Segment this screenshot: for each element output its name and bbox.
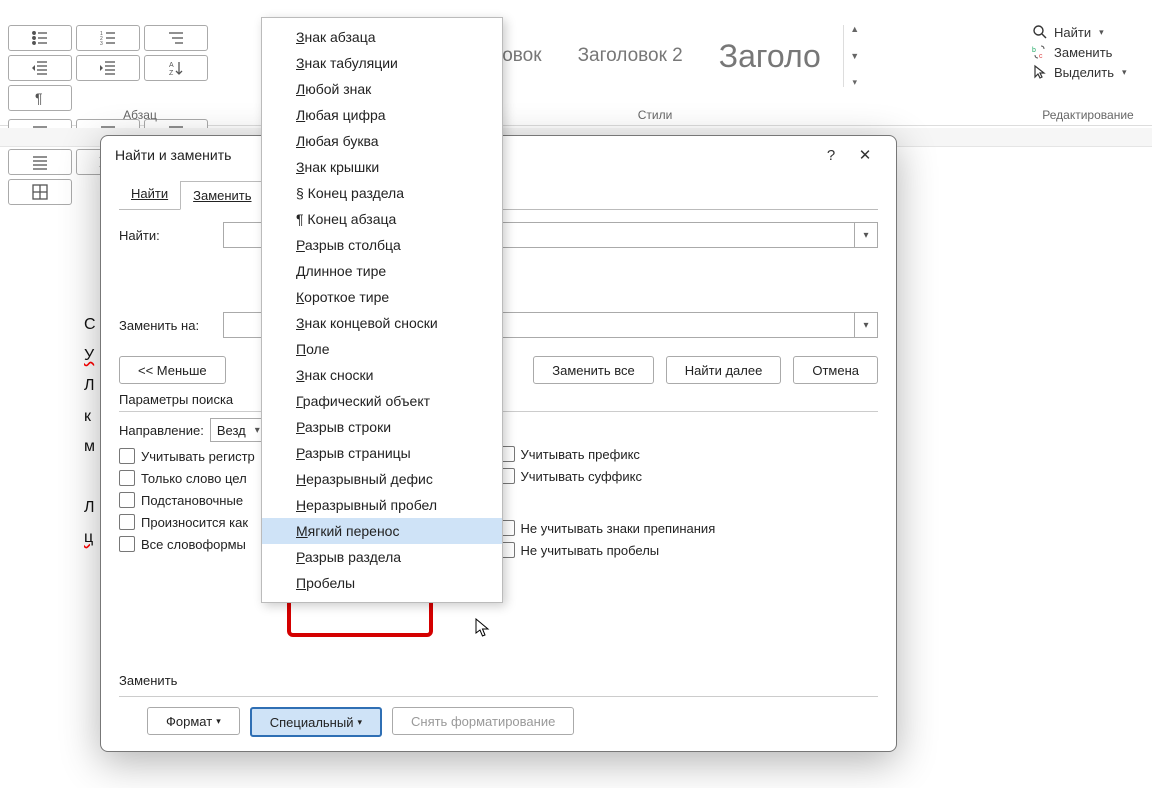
select-label: Выделить (1054, 65, 1114, 80)
opt-ignore-space[interactable]: Не учитывать пробелы (499, 542, 879, 558)
opt-prefix[interactable]: Учитывать префикс (499, 446, 879, 462)
special-menu-item[interactable]: Знак абзаца (262, 24, 502, 50)
chevron-down-icon[interactable]: ▾ (854, 313, 877, 337)
special-menu-item[interactable]: Любой знак (262, 76, 502, 102)
document-body: С У Л к м Л ц (84, 280, 96, 554)
editing-panel: Найти▾ bc Заменить Выделить▾ (1032, 20, 1144, 84)
dialog-title: Найти и заменить (115, 147, 231, 163)
replace-all-button[interactable]: Заменить все (533, 356, 654, 384)
special-menu-item[interactable]: Пробелы (262, 570, 502, 596)
special-menu-item[interactable]: Разрыв страницы (262, 440, 502, 466)
tab-replace[interactable]: Заменить (180, 181, 264, 210)
direction-label: Направление: (119, 423, 204, 438)
special-menu-item[interactable]: Короткое тире (262, 284, 502, 310)
clear-formatting-button[interactable]: Снять форматирование (392, 707, 574, 735)
style-item[interactable]: Заголо (705, 25, 835, 87)
svg-text:3: 3 (100, 41, 103, 47)
format-button[interactable]: Формат▾ (147, 707, 240, 735)
special-menu-item[interactable]: Поле (262, 336, 502, 362)
select-button[interactable]: Выделить▾ (1032, 64, 1144, 80)
opt-suffix[interactable]: Учитывать суффикс (499, 468, 879, 484)
svg-text:b: b (1032, 47, 1036, 54)
special-menu: Знак абзацаЗнак табуляцииЛюбой знакЛюбая… (261, 17, 503, 603)
sort-btn[interactable]: AZ (144, 55, 208, 81)
close-icon[interactable]: ✕ (848, 146, 882, 164)
special-menu-item[interactable]: Любая буква (262, 128, 502, 154)
svg-text:A: A (169, 62, 174, 69)
special-menu-item[interactable]: Длинное тире (262, 258, 502, 284)
cursor-icon (1032, 64, 1048, 80)
dialog-tabs: Найти Заменить (119, 180, 896, 209)
replace-label: Заменить (1054, 45, 1112, 60)
find-button[interactable]: Найти▾ (1032, 24, 1144, 40)
special-menu-item[interactable]: Знак табуляции (262, 50, 502, 76)
special-menu-item[interactable]: Неразрывный пробел (262, 492, 502, 518)
paragraph-group-label: Абзац (0, 108, 280, 122)
special-menu-item[interactable]: Разрыв столбца (262, 232, 502, 258)
special-menu-item[interactable]: Мягкий перенос (262, 518, 502, 544)
help-icon[interactable]: ? (814, 147, 848, 164)
borders-btn[interactable] (8, 179, 72, 205)
svg-text:c: c (1039, 53, 1043, 60)
special-button[interactable]: Специальный▾ (250, 707, 382, 737)
opt-ignore-punct[interactable]: Не учитывать знаки препинания (499, 520, 879, 536)
numbering-btn[interactable]: 123 (76, 25, 140, 51)
chevron-down-icon[interactable]: ▾ (854, 223, 877, 247)
special-menu-item[interactable]: Знак крышки (262, 154, 502, 180)
ribbon: 123 AZ ¶ Абзац нтервала Заголовок Заголо… (0, 0, 1152, 126)
special-menu-item[interactable]: Знак концевой сноски (262, 310, 502, 336)
special-menu-item[interactable]: Неразрывный дефис (262, 466, 502, 492)
special-menu-item[interactable]: Разрыв раздела (262, 544, 502, 570)
replace-with-label: Заменить на: (119, 318, 209, 333)
increase-indent-btn[interactable] (76, 55, 140, 81)
replace-icon: bc (1032, 44, 1048, 60)
search-icon (1032, 24, 1048, 40)
direction-select[interactable]: Везд (210, 418, 265, 442)
style-item[interactable]: Заголовок 2 (564, 25, 697, 87)
replace-section-label: Заменить (119, 673, 878, 688)
replace-button[interactable]: bc Заменить (1032, 44, 1144, 60)
cancel-button[interactable]: Отмена (793, 356, 878, 384)
special-menu-item[interactable]: Любая цифра (262, 102, 502, 128)
justify-btn[interactable] (8, 149, 72, 175)
special-menu-item[interactable]: § Конец раздела (262, 180, 502, 206)
decrease-indent-btn[interactable] (8, 55, 72, 81)
find-label: Найти: (119, 228, 209, 243)
multilevel-btn[interactable] (144, 25, 208, 51)
bullets-btn[interactable] (8, 25, 72, 51)
special-menu-item[interactable]: ¶ Конец абзаца (262, 206, 502, 232)
special-menu-item[interactable]: Графический объект (262, 388, 502, 414)
special-menu-item[interactable]: Разрыв строки (262, 414, 502, 440)
style-scroll[interactable]: ▲▼▾ (843, 25, 864, 87)
tab-find[interactable]: Найти (119, 180, 180, 209)
find-next-button[interactable]: Найти далее (666, 356, 782, 384)
editing-group-label: Редактирование (1032, 108, 1144, 122)
less-button[interactable]: << Меньше (119, 356, 226, 384)
special-menu-item[interactable]: Знак сноски (262, 362, 502, 388)
find-label: Найти (1054, 25, 1091, 40)
svg-text:Z: Z (169, 70, 174, 77)
svg-text:¶: ¶ (35, 90, 43, 106)
